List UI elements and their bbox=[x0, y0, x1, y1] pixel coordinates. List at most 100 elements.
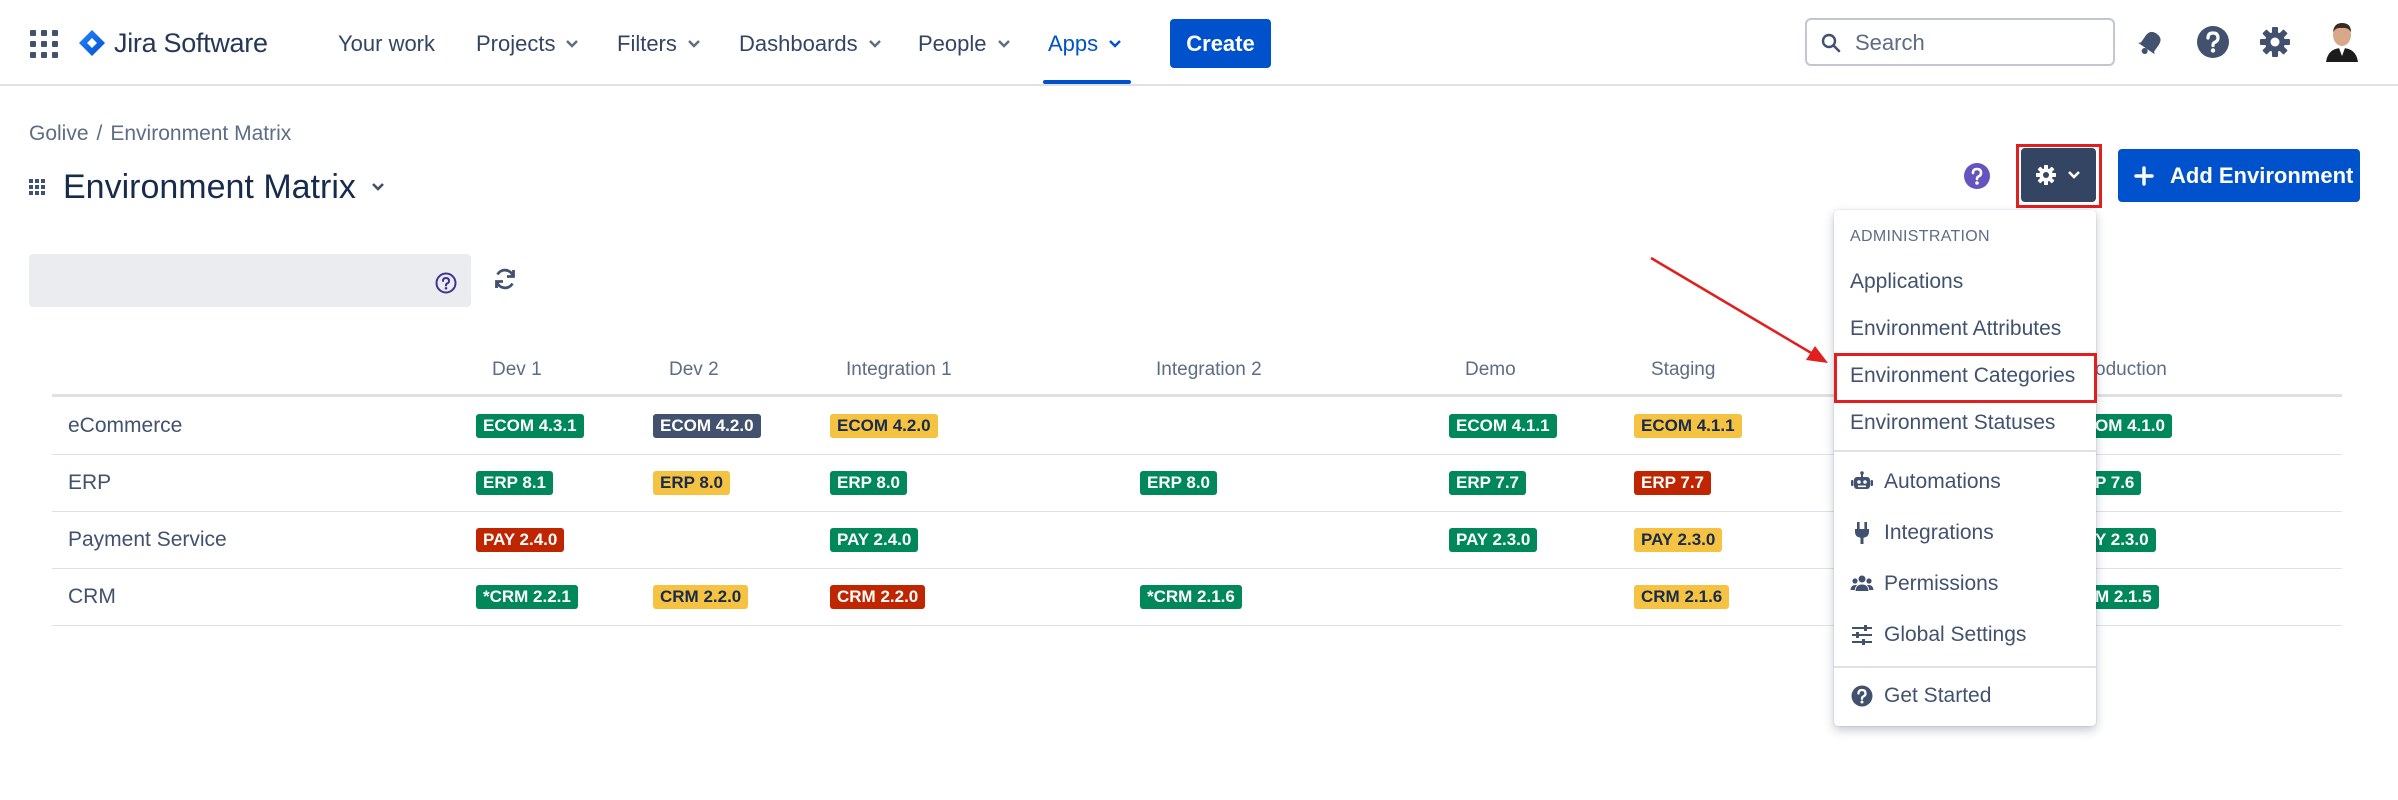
row-label-erp[interactable]: ERP bbox=[68, 471, 111, 495]
menu-item-environment-statuses[interactable]: Environment Statuses bbox=[1850, 411, 2055, 435]
version-badge[interactable]: P 7.6 bbox=[2092, 471, 2142, 495]
version-badge[interactable]: ERP 7.7 bbox=[1449, 471, 1527, 495]
menu-divider bbox=[1834, 666, 2096, 668]
version-badge[interactable]: ERP 8.0 bbox=[1140, 471, 1218, 495]
column-header[interactable]: Dev 1 bbox=[492, 359, 542, 381]
search-box[interactable] bbox=[1805, 18, 2115, 66]
refresh-icon[interactable] bbox=[492, 266, 518, 292]
filter-box[interactable] bbox=[29, 254, 471, 307]
version-badge[interactable]: ECOM 4.2.0 bbox=[830, 414, 938, 438]
menu-item-applications[interactable]: Applications bbox=[1850, 270, 1963, 294]
search-input[interactable] bbox=[1853, 26, 2107, 60]
annotation-highlight-box bbox=[2016, 144, 2102, 208]
annotation-highlight-box bbox=[1834, 353, 2097, 403]
page-title-row: Environment Matrix bbox=[29, 163, 386, 211]
column-header[interactable]: Staging bbox=[1651, 359, 1715, 381]
version-badge[interactable]: ECOM 4.1.1 bbox=[1634, 414, 1742, 438]
version-badge[interactable]: CRM 2.1.6 bbox=[1634, 585, 1730, 609]
menu-divider bbox=[1834, 450, 2096, 452]
notifications-bell-icon[interactable] bbox=[2133, 24, 2169, 60]
plus-icon bbox=[2134, 165, 2154, 186]
row-label-ecommerce[interactable]: eCommerce bbox=[68, 414, 182, 438]
row-label-crm[interactable]: CRM bbox=[68, 585, 116, 609]
version-badge[interactable]: ECOM 4.3.1 bbox=[476, 414, 584, 438]
app-switcher-icon[interactable] bbox=[30, 30, 58, 58]
version-badge[interactable]: ERP 8.1 bbox=[476, 471, 554, 495]
filter-input[interactable] bbox=[43, 264, 427, 298]
version-badge[interactable]: ECOM 4.2.0 bbox=[653, 414, 761, 438]
nav-label: Your work bbox=[338, 31, 436, 56]
menu-item-automations[interactable]: Automations bbox=[1850, 470, 2001, 494]
create-button[interactable]: Create bbox=[1170, 19, 1271, 68]
nav-label: Apps bbox=[1048, 31, 1099, 56]
sliders-icon bbox=[1852, 625, 1872, 645]
version-badge[interactable]: ERP 8.0 bbox=[653, 471, 731, 495]
column-header[interactable]: Integration 2 bbox=[1156, 359, 1262, 381]
menu-item-label: Get Started bbox=[1884, 684, 1992, 707]
menu-item-permissions[interactable]: Permissions bbox=[1850, 572, 1998, 596]
add-environment-button[interactable]: Add Environment bbox=[2118, 149, 2360, 202]
chevron-down-icon[interactable] bbox=[370, 181, 386, 193]
version-badge[interactable]: PAY 2.4.0 bbox=[476, 528, 565, 552]
menu-item-integrations[interactable]: Integrations bbox=[1850, 521, 1994, 545]
version-badge[interactable]: Y 2.3.0 bbox=[2092, 528, 2156, 552]
chevron-down-icon bbox=[997, 40, 1010, 48]
version-badge[interactable]: M 2.1.5 bbox=[2092, 585, 2159, 609]
version-badge[interactable]: CRM 2.2.0 bbox=[653, 585, 749, 609]
version-badge[interactable]: ECOM 4.1.1 bbox=[1449, 414, 1557, 438]
version-badge[interactable]: *CRM 2.2.1 bbox=[476, 585, 578, 609]
version-badge[interactable]: PAY 2.4.0 bbox=[830, 528, 919, 552]
admin-dropdown-menu: ADMINISTRATION Applications Environment … bbox=[1834, 210, 2096, 726]
nav-label: Dashboards bbox=[739, 31, 858, 56]
nav-label: Projects bbox=[476, 31, 556, 56]
nav-label: Filters bbox=[617, 31, 677, 56]
active-tab-indicator bbox=[1043, 80, 1131, 84]
menu-item-get-started[interactable]: Get Started bbox=[1850, 684, 1991, 708]
nav-your-work[interactable]: Your work bbox=[338, 28, 435, 60]
question-circle-icon[interactable] bbox=[435, 272, 457, 294]
breadcrumb: Golive / Environment Matrix bbox=[29, 122, 291, 146]
row-label-payment-service[interactable]: Payment Service bbox=[68, 528, 227, 552]
nav-projects[interactable]: Projects bbox=[476, 28, 579, 60]
help-icon[interactable] bbox=[2195, 24, 2231, 60]
menu-item-environment-attributes[interactable]: Environment Attributes bbox=[1850, 317, 2061, 341]
product-name: Jira Software bbox=[114, 27, 268, 58]
version-badge[interactable]: PAY 2.3.0 bbox=[1449, 528, 1538, 552]
column-header[interactable]: oduction bbox=[2095, 359, 2167, 381]
chevron-down-icon bbox=[566, 40, 579, 48]
search-icon bbox=[1821, 33, 1841, 53]
version-badge[interactable]: OM 4.1.0 bbox=[2092, 414, 2172, 438]
version-badge[interactable]: *CRM 2.1.6 bbox=[1140, 585, 1242, 609]
breadcrumb-project-link[interactable]: Golive bbox=[29, 122, 89, 145]
nav-filters[interactable]: Filters bbox=[617, 28, 701, 60]
top-navigation: Jira Software Your work Projects Filters… bbox=[0, 0, 2398, 86]
jira-diamond-icon bbox=[79, 30, 105, 56]
menu-section-heading: ADMINISTRATION bbox=[1850, 228, 1990, 245]
menu-item-label: Integrations bbox=[1884, 521, 1994, 544]
chevron-down-icon bbox=[868, 40, 881, 48]
version-badge[interactable]: CRM 2.2.0 bbox=[830, 585, 926, 609]
version-badge[interactable]: PAY 2.3.0 bbox=[1634, 528, 1723, 552]
plug-icon bbox=[1855, 522, 1869, 544]
nav-people[interactable]: People bbox=[918, 28, 1011, 60]
jira-logo[interactable]: Jira Software bbox=[78, 26, 268, 60]
add-environment-label: Add Environment bbox=[2170, 162, 2354, 188]
page-title[interactable]: Environment Matrix bbox=[63, 168, 356, 207]
version-badge[interactable]: ERP 7.7 bbox=[1634, 471, 1712, 495]
robot-icon bbox=[1851, 471, 1873, 489]
settings-gear-icon[interactable] bbox=[2257, 24, 2293, 60]
column-header[interactable]: Demo bbox=[1465, 359, 1516, 381]
question-circle-icon bbox=[1851, 685, 1873, 707]
nav-dashboards[interactable]: Dashboards bbox=[739, 28, 882, 60]
version-badge[interactable]: ERP 8.0 bbox=[830, 471, 908, 495]
user-avatar[interactable] bbox=[2322, 20, 2362, 62]
menu-item-label: Permissions bbox=[1884, 572, 1999, 595]
breadcrumb-page-link[interactable]: Environment Matrix bbox=[110, 122, 291, 145]
menu-item-global-settings[interactable]: Global Settings bbox=[1850, 623, 2026, 647]
nav-apps[interactable]: Apps bbox=[1048, 28, 1122, 60]
help-icon[interactable] bbox=[1962, 161, 1992, 191]
breadcrumb-separator: / bbox=[96, 122, 103, 145]
column-header[interactable]: Dev 2 bbox=[669, 359, 719, 381]
chevron-down-icon bbox=[688, 40, 700, 48]
column-header[interactable]: Integration 1 bbox=[846, 359, 952, 381]
